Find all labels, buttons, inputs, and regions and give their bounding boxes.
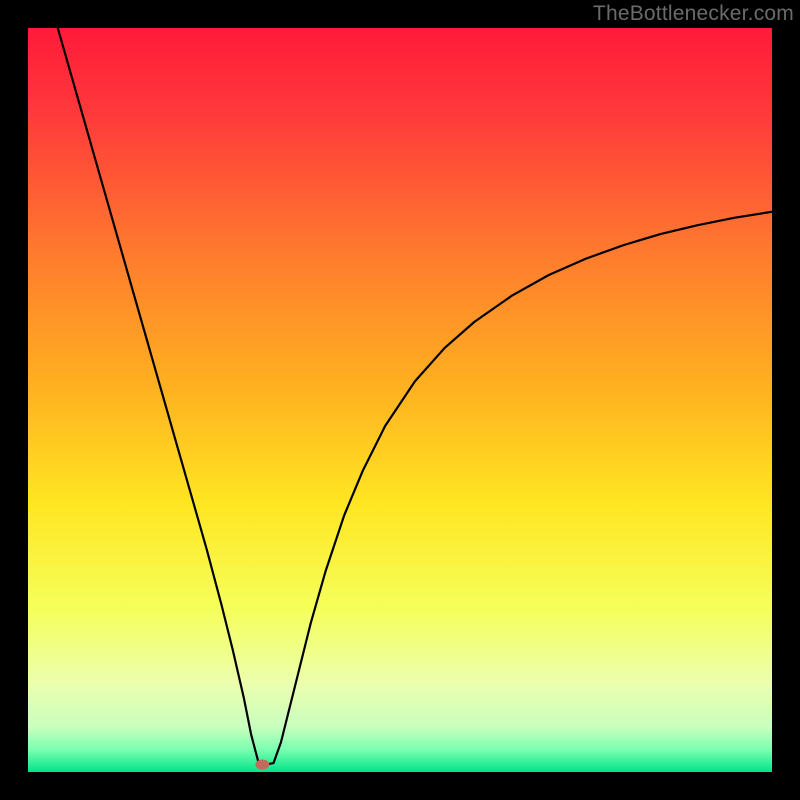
optimal-marker [255,760,269,770]
chart-frame: TheBottlenecker.com [0,0,800,800]
bottleneck-chart [28,28,772,772]
watermark: TheBottlenecker.com [593,2,794,26]
plot-background [28,28,772,772]
